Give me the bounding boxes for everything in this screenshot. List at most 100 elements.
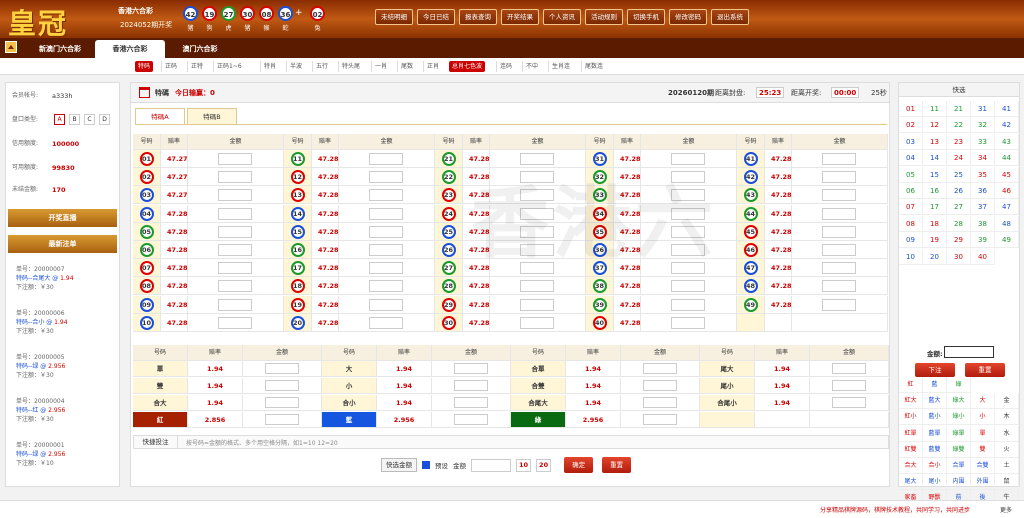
quick-category[interactable]: 藍: [923, 377, 947, 393]
number-ball[interactable]: 42: [743, 170, 758, 185]
side-name[interactable]: 合雙: [511, 378, 566, 394]
number-ball[interactable]: 33: [592, 188, 607, 203]
live-draw-button[interactable]: 开奖直播: [8, 209, 117, 227]
quick-category[interactable]: 金: [995, 393, 1019, 410]
submit-button[interactable]: 确定: [564, 457, 594, 473]
quick-category[interactable]: 綠大: [947, 393, 971, 410]
quick-number[interactable]: 17: [923, 199, 947, 216]
quick-category[interactable]: 雙: [971, 441, 995, 458]
amount-input[interactable]: [671, 298, 705, 311]
side-amount-input[interactable]: [454, 380, 488, 391]
sub-nav-item[interactable]: 特肖: [260, 61, 279, 72]
number-ball[interactable]: 39: [592, 297, 607, 312]
amount-input[interactable]: [520, 262, 554, 275]
quick-amount-button[interactable]: 快选金额: [381, 458, 417, 472]
amount-input[interactable]: [369, 189, 403, 202]
side-name[interactable]: 單: [133, 361, 188, 377]
amount-input[interactable]: [822, 244, 856, 256]
number-ball[interactable]: 32: [592, 170, 607, 185]
quick-number[interactable]: 40: [971, 248, 995, 265]
bet-tab[interactable]: 特碼A: [135, 108, 185, 125]
amount-input[interactable]: [822, 225, 856, 238]
number-ball[interactable]: 10: [139, 315, 154, 330]
quick-category[interactable]: 紅大: [899, 393, 923, 410]
amount-input[interactable]: [369, 262, 403, 275]
quick-number[interactable]: 01: [899, 101, 923, 117]
number-ball[interactable]: 27: [441, 261, 456, 276]
quick-category[interactable]: 尾大: [899, 474, 923, 491]
number-ball[interactable]: 49: [743, 297, 758, 312]
quick-amount-input[interactable]: [944, 346, 994, 358]
side-amount-input[interactable]: [265, 380, 299, 391]
sub-nav-item[interactable]: 正肖: [423, 61, 442, 72]
amount-input[interactable]: [218, 153, 252, 165]
amount-input[interactable]: [369, 280, 403, 293]
side-amount-input[interactable]: [643, 363, 677, 374]
number-ball[interactable]: 47: [743, 261, 758, 276]
quick-category[interactable]: 藍雙: [923, 441, 947, 458]
quick-number[interactable]: 27: [947, 199, 971, 216]
amount-input[interactable]: [369, 244, 403, 256]
number-ball[interactable]: 05: [139, 224, 154, 239]
side-name[interactable]: 合小: [322, 395, 377, 411]
quick-number[interactable]: 20: [923, 248, 947, 265]
quick-number[interactable]: 46: [995, 183, 1019, 199]
number-ball[interactable]: 26: [441, 243, 456, 257]
number-ball[interactable]: 30: [441, 315, 456, 330]
quick-number[interactable]: 08: [899, 215, 923, 232]
number-ball[interactable]: 43: [743, 188, 758, 203]
number-ball[interactable]: 20: [290, 315, 305, 330]
number-ball[interactable]: 29: [441, 297, 456, 312]
sub-nav-item[interactable]: 连码: [496, 61, 515, 72]
bet-tab[interactable]: 特碼B: [187, 108, 237, 125]
quick-number[interactable]: 09: [899, 232, 923, 249]
number-ball[interactable]: 16: [290, 243, 305, 257]
number-ball[interactable]: 45: [743, 224, 758, 239]
number-ball[interactable]: 13: [290, 188, 305, 203]
amount-input[interactable]: [520, 225, 554, 238]
amount-input[interactable]: [218, 280, 252, 293]
amount-input[interactable]: [671, 316, 705, 329]
amount-input[interactable]: [520, 153, 554, 165]
sub-nav-item[interactable]: 特码: [135, 61, 154, 72]
amount-input[interactable]: [671, 244, 705, 256]
quick-category[interactable]: 綠小: [947, 409, 971, 426]
number-ball[interactable]: 46: [743, 243, 758, 257]
side-amount-input[interactable]: [643, 414, 677, 425]
quick-number[interactable]: 15: [923, 166, 947, 183]
quick-20-button[interactable]: 20: [536, 458, 552, 472]
side-amount-input[interactable]: [832, 397, 866, 408]
quick-category[interactable]: 藍小: [923, 409, 947, 426]
quick-number[interactable]: 42: [995, 117, 1019, 134]
top-nav-item[interactable]: 退出系统: [711, 9, 749, 25]
amount-input[interactable]: [520, 207, 554, 220]
quick-category[interactable]: 水: [995, 425, 1019, 442]
amount-input[interactable]: [520, 171, 554, 184]
quick-number[interactable]: 07: [899, 199, 923, 216]
quick-number[interactable]: 28: [947, 215, 971, 232]
quick-number[interactable]: 04: [899, 150, 923, 167]
sub-nav-item[interactable]: 五行: [312, 61, 331, 72]
quick-category[interactable]: 小: [971, 409, 995, 426]
quick-category[interactable]: 紅: [899, 377, 923, 393]
side-amount-input[interactable]: [265, 414, 299, 425]
amount-input[interactable]: [822, 280, 856, 293]
quick-number[interactable]: 44: [995, 150, 1019, 167]
quick-category[interactable]: 藍大: [923, 393, 947, 410]
amount-input[interactable]: [671, 225, 705, 238]
sub-nav-item[interactable]: 半波: [286, 61, 305, 72]
amount-input[interactable]: [218, 171, 252, 184]
quick-category[interactable]: 内围: [947, 474, 971, 491]
quick-number[interactable]: 26: [947, 183, 971, 199]
number-ball[interactable]: 22: [441, 170, 456, 185]
number-ball[interactable]: 38: [592, 279, 607, 294]
reset-button[interactable]: 重置: [602, 457, 632, 473]
amount-input[interactable]: [369, 153, 403, 165]
quick-number[interactable]: 37: [971, 199, 995, 216]
quick-category[interactable]: 合小: [923, 458, 947, 474]
amount-input[interactable]: [369, 225, 403, 238]
footer-more-link[interactable]: 更多: [1000, 505, 1012, 514]
quick-category[interactable]: 紅單: [899, 425, 923, 442]
amount-input[interactable]: [822, 171, 856, 184]
side-name[interactable]: 尾小: [700, 378, 755, 394]
